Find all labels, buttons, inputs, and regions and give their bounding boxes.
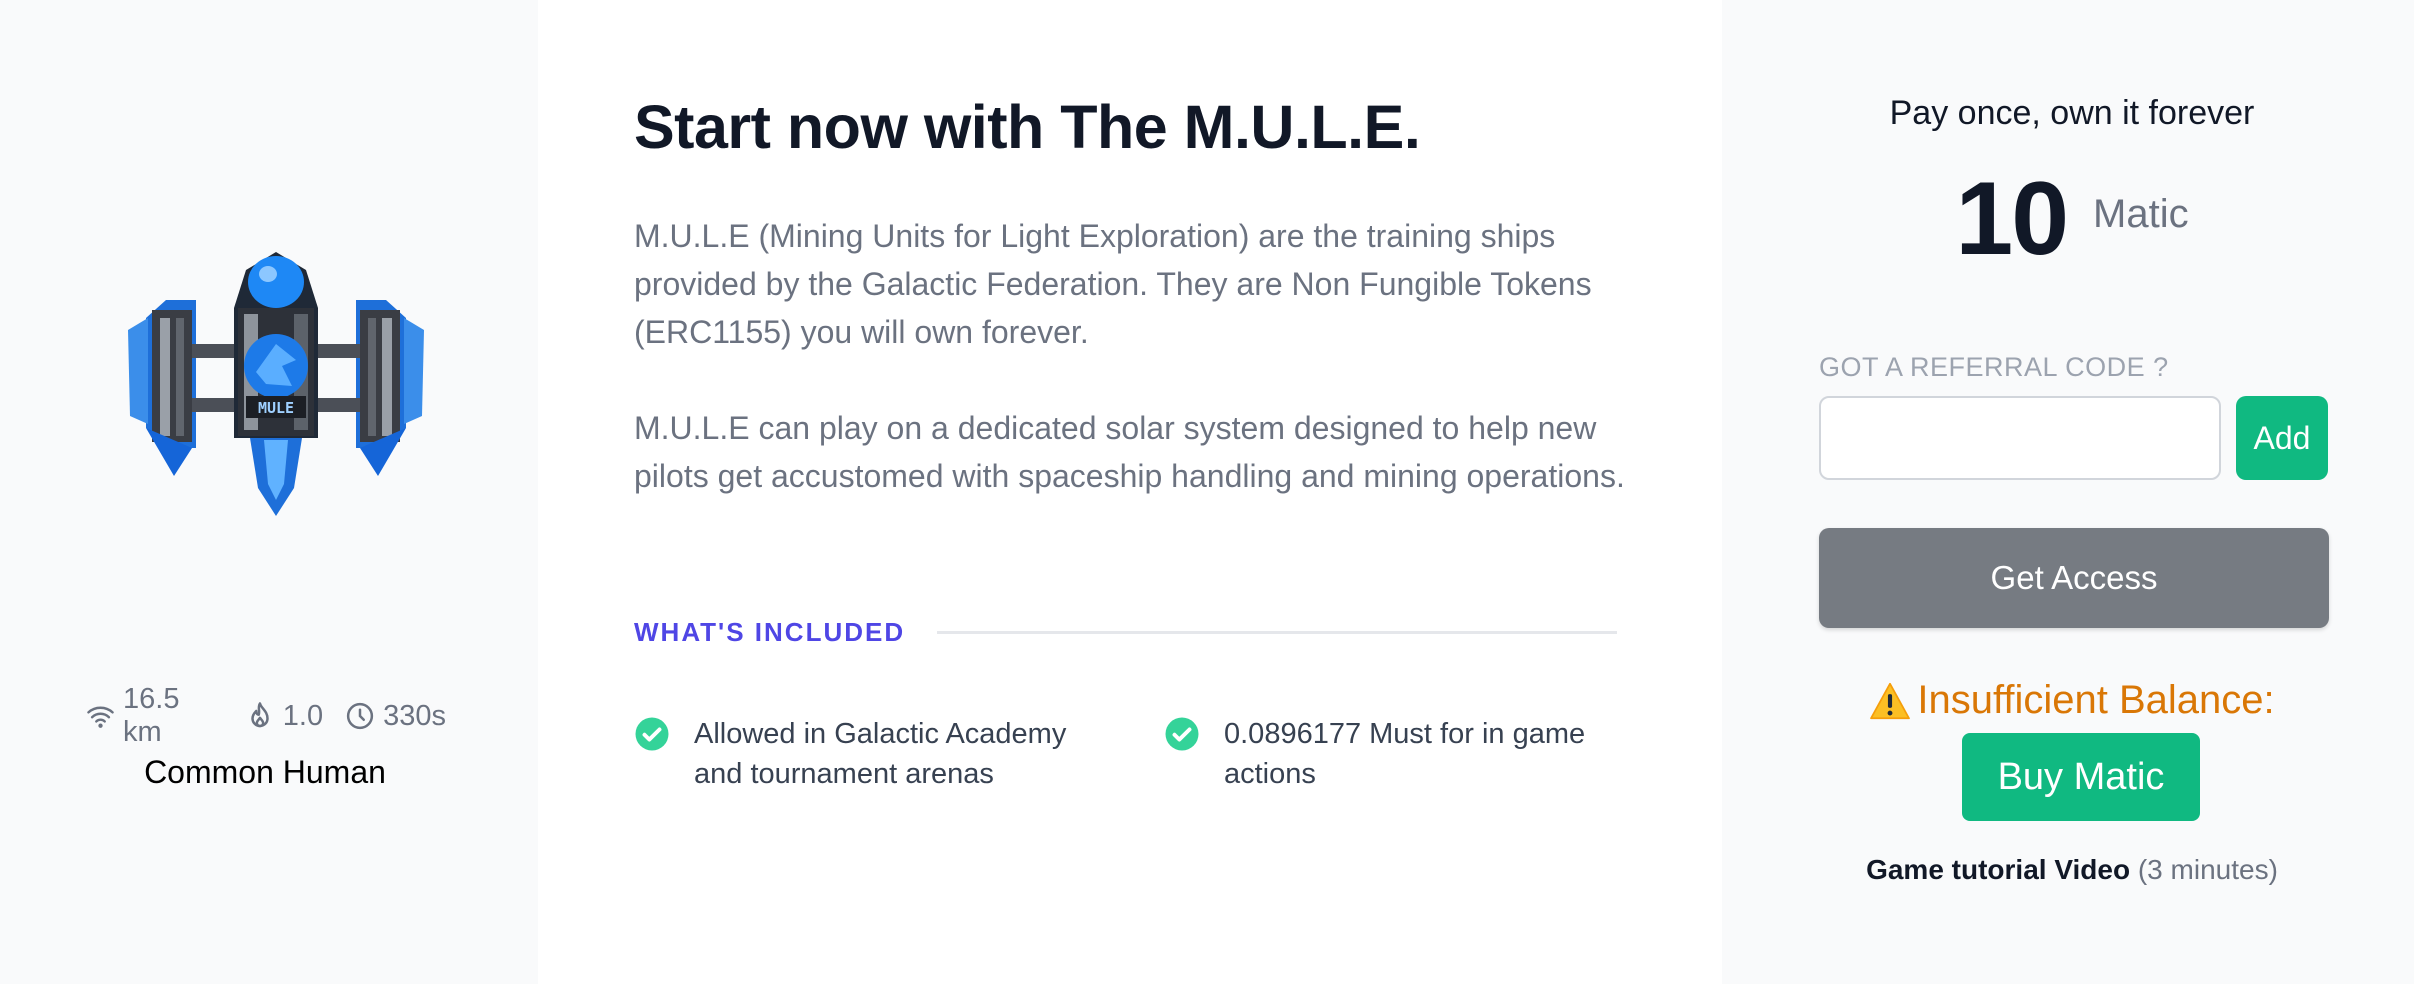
clock-icon <box>346 702 374 730</box>
feature-item: 0.0896177 Must for in game actions <box>1164 714 1604 794</box>
ship-badge: MULE <box>258 399 294 417</box>
product-details: Start now with The M.U.L.E. M.U.L.E (Min… <box>538 0 1722 984</box>
referral-label: GOT A REFERRAL CODE ? <box>1819 352 2169 382</box>
get-access-button[interactable]: Get Access <box>1819 528 2329 628</box>
description-paragraph-1: M.U.L.E (Mining Units for Light Explorat… <box>634 218 1592 350</box>
divider <box>937 630 1618 634</box>
range-value: 16.5 km <box>123 683 180 748</box>
description-paragraph-2: M.U.L.E can play on a dedicated solar sy… <box>634 410 1625 494</box>
insufficient-balance-warning: Insufficient Balance: <box>1722 678 2414 723</box>
fuel-stat: 1.0 <box>245 700 323 733</box>
mule-ship-image: MULE <box>128 252 424 516</box>
warning-text: Insufficient Balance: <box>1917 678 2275 722</box>
wifi-icon <box>87 706 114 728</box>
feature-text: Allowed in Galactic Academy and tourname… <box>694 718 1067 790</box>
tutorial-duration: (3 minutes) <box>2137 854 2278 885</box>
add-referral-button[interactable]: Add <box>2236 396 2328 480</box>
tutorial-line: Game tutorial Video (3 minutes) <box>1722 854 2414 886</box>
page-title: Start now with The M.U.L.E. <box>634 93 1421 161</box>
price-currency: Matic <box>2093 192 2189 236</box>
range-stat: 16.5 km <box>86 683 223 749</box>
check-circle-icon <box>1165 717 1199 751</box>
ship-class-label: Common Human <box>144 754 386 790</box>
fuel-value: 1.0 <box>282 699 324 732</box>
check-circle-icon <box>635 717 669 751</box>
purchase-panel: Pay once, own it forever 10 Matic GOT A … <box>1722 0 2414 984</box>
time-stat: 330s <box>345 700 446 733</box>
price: 10 Matic <box>1722 160 2414 279</box>
warning-icon <box>1870 682 1911 719</box>
price-value: 10 <box>1955 161 2069 277</box>
whats-included-header: WHAT'S INCLUDED <box>634 614 1634 650</box>
feature-text: 0.0896177 Must for in game actions <box>1224 718 1586 790</box>
flame-icon <box>251 702 269 728</box>
whats-included-label: WHAT'S INCLUDED <box>634 616 906 647</box>
pay-once-text: Pay once, own it forever <box>1889 94 2255 132</box>
ship-stats: 16.5 km 1.0 330s <box>86 683 446 748</box>
tutorial-video-link[interactable]: Game tutorial Video <box>1866 854 2130 885</box>
feature-item: Allowed in Galactic Academy and tourname… <box>634 714 1074 794</box>
buy-matic-button[interactable]: Buy Matic <box>1962 733 2200 821</box>
ship-panel: MULE 16.5 km 1.0 330s Common Human <box>0 0 538 984</box>
time-value: 330s <box>383 699 446 732</box>
referral-code-input[interactable] <box>1819 396 2221 480</box>
